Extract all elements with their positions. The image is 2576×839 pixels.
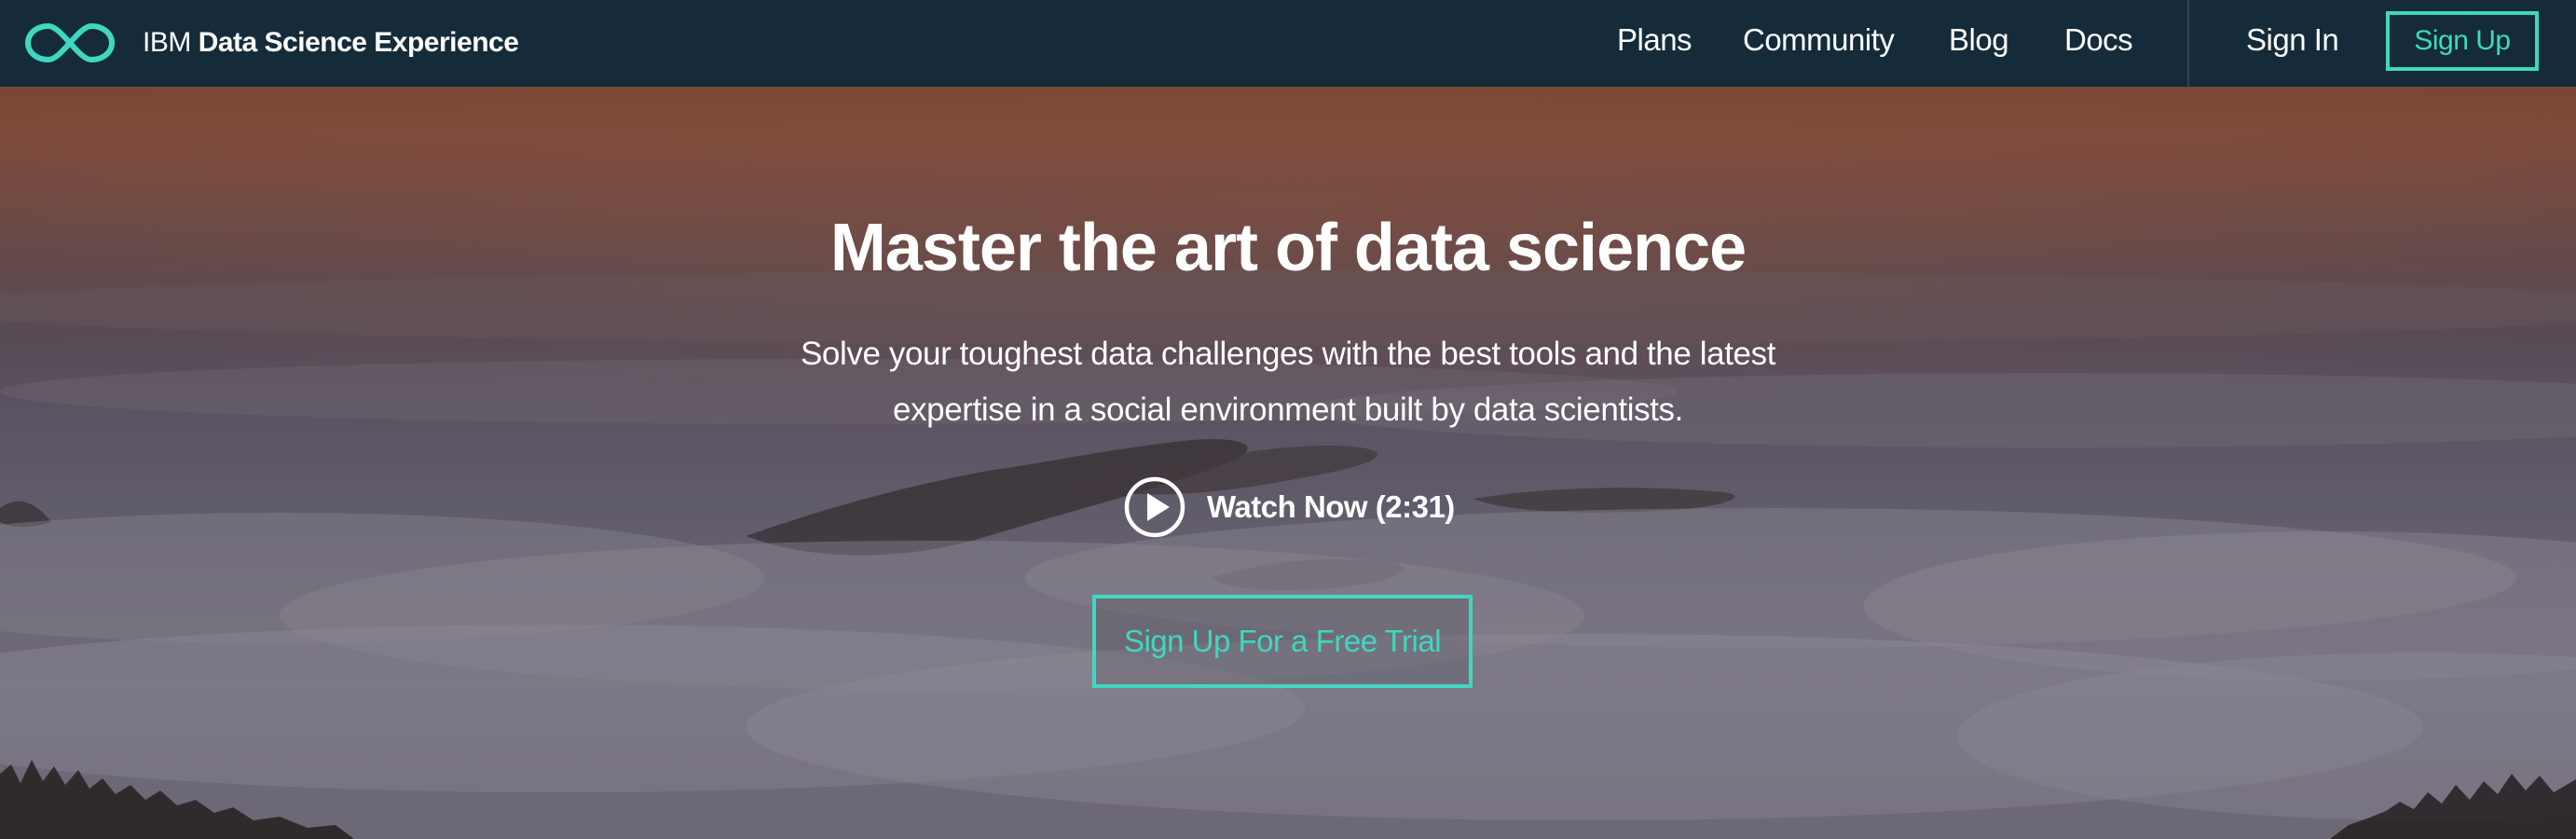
- nav-link-plans[interactable]: Plans: [1617, 22, 1692, 58]
- nav-link-blog[interactable]: Blog: [1949, 22, 2009, 58]
- brand-product-name: Data Science Experience: [198, 27, 519, 58]
- play-circle-icon: [1124, 476, 1185, 538]
- hero-title: Master the art of data science: [829, 211, 1747, 285]
- sign-up-button[interactable]: Sign Up: [2386, 11, 2539, 71]
- sign-in-link[interactable]: Sign In: [2246, 22, 2339, 58]
- watch-video-label: Watch Now (2:31): [1207, 489, 1455, 524]
- nav-link-community[interactable]: Community: [1743, 22, 1895, 58]
- brand-home-link[interactable]: IBM Data Science Experience: [23, 19, 519, 67]
- top-navbar: IBM Data Science Experience Plans Commun…: [0, 0, 2576, 87]
- free-trial-button[interactable]: Sign Up For a Free Trial: [1092, 595, 1473, 688]
- nav-divider: [2187, 0, 2189, 87]
- brand-name: IBM Data Science Experience: [143, 27, 519, 59]
- watch-video-link[interactable]: Watch Now (2:31): [1123, 475, 1455, 539]
- hero-subtitle-line-2: expertise in a social environment built …: [893, 392, 1683, 428]
- page: IBM Data Science Experience Plans Commun…: [0, 0, 2576, 839]
- infinity-icon: [25, 23, 115, 62]
- nav-link-docs[interactable]: Docs: [2064, 22, 2133, 58]
- hero-subtitle-line-1: Solve your toughest data challenges with…: [800, 336, 1776, 372]
- hero-subtitle: Solve your toughest data challenges with…: [729, 326, 1847, 438]
- brand-prefix: IBM: [143, 27, 191, 58]
